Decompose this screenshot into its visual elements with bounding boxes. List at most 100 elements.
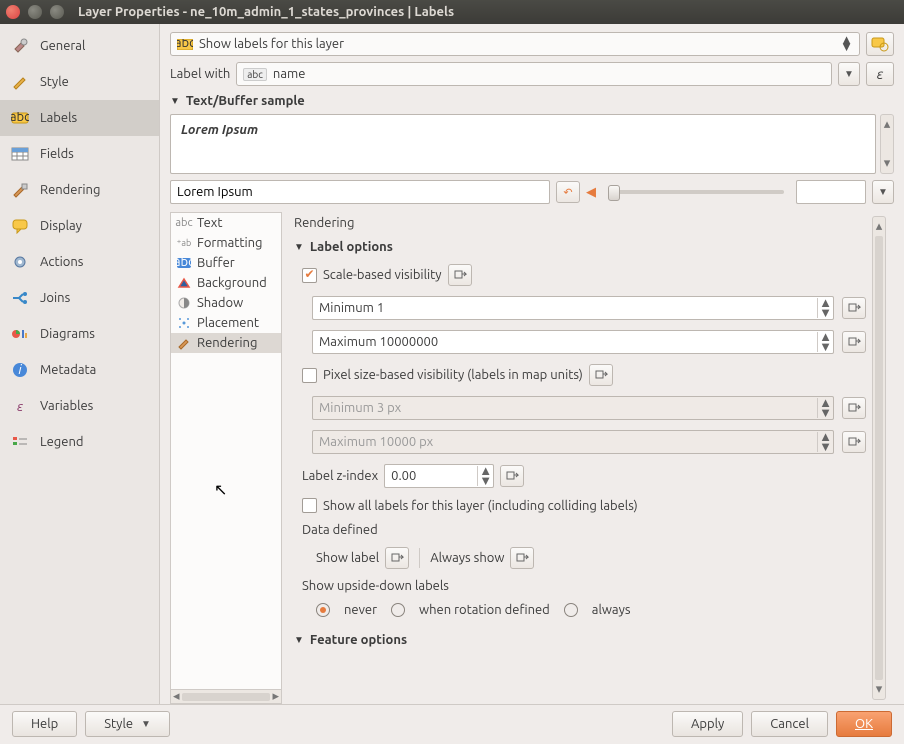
cancel-button[interactable]: Cancel (751, 711, 828, 737)
window-close-icon[interactable] (6, 5, 20, 19)
chevron-down-icon: ▼ (141, 718, 151, 730)
scale-max-spinbox[interactable]: Maximum 10000000▲▼ (312, 330, 834, 354)
expression-button[interactable]: ε (866, 62, 894, 86)
sidebar-item-label: Labels (40, 111, 77, 125)
window-maximize-icon[interactable] (50, 5, 64, 19)
ok-button[interactable]: OK (836, 711, 892, 737)
label-sections-list: abcText ⁺abFormatting abcBuffer Backgrou… (170, 212, 282, 704)
override-button[interactable] (842, 431, 866, 453)
override-button[interactable] (510, 547, 534, 569)
upside-always-radio[interactable] (564, 603, 578, 617)
override-button[interactable] (842, 331, 866, 353)
override-button[interactable] (842, 297, 866, 319)
sidebar-item-legend[interactable]: Legend (0, 424, 159, 460)
window-title: Layer Properties - ne_10m_admin_1_states… (78, 5, 454, 19)
override-button[interactable] (385, 547, 409, 569)
sidebar-item-actions[interactable]: Actions (0, 244, 159, 280)
zindex-spinbox[interactable]: 0.00▲▼ (384, 464, 494, 488)
sidebar-item-label: Variables (40, 399, 93, 413)
zindex-label: Label z-index (302, 469, 378, 483)
sidebar-item-display[interactable]: Display (0, 208, 159, 244)
shadow-icon (177, 296, 191, 310)
table-icon (10, 144, 30, 164)
sample-scrollbar[interactable]: ▴▾ (880, 114, 894, 174)
sample-bg-dropdown[interactable]: ▼ (872, 180, 894, 204)
pixel-visibility-checkbox[interactable] (302, 368, 317, 383)
feature-options-header[interactable]: ▼Feature options (294, 633, 866, 647)
style-button[interactable]: Style▼ (85, 711, 170, 737)
sidebar-item-metadata[interactable]: iMetadata (0, 352, 159, 388)
section-buffer[interactable]: abcBuffer (171, 253, 281, 273)
scale-visibility-checkbox[interactable] (302, 268, 317, 283)
svg-text:abc: abc (177, 258, 191, 268)
override-button[interactable] (500, 465, 524, 487)
override-button[interactable] (448, 264, 472, 286)
label-icon: abc (177, 39, 193, 50)
paint-icon (10, 180, 30, 200)
sidebar-item-general[interactable]: General (0, 28, 159, 64)
data-defined-header: Data defined (302, 523, 866, 537)
sidebar-item-labels[interactable]: abc Labels (0, 100, 159, 136)
pixel-min-spinbox: Minimum 3 px▲▼ (312, 396, 834, 420)
sample-input[interactable] (170, 180, 550, 204)
sidebar-item-variables[interactable]: εVariables (0, 388, 159, 424)
sidebar-item-rendering[interactable]: Rendering (0, 172, 159, 208)
label-engine-button[interactable] (866, 32, 894, 56)
form-scrollbar[interactable]: ▴▾ (872, 216, 886, 700)
render-icon (177, 336, 191, 350)
separator (419, 548, 420, 568)
label-icon: abc (10, 108, 30, 128)
show-all-checkbox[interactable] (302, 498, 317, 513)
label-options-header[interactable]: ▼Label options (294, 240, 866, 254)
sublist-hscrollbar[interactable]: ◂▸ (171, 689, 281, 703)
sidebar-item-fields[interactable]: Fields (0, 136, 159, 172)
sidebar-item-diagrams[interactable]: Diagrams (0, 316, 159, 352)
scale-visibility-label: Scale-based visibility (323, 268, 442, 282)
show-label-text: Show label (316, 551, 379, 565)
background-icon (177, 276, 191, 290)
scale-min-spinbox[interactable]: Minimum 1▲▼ (312, 296, 834, 320)
section-text[interactable]: abcText (171, 213, 281, 233)
zoom-out-icon: ◀ (586, 185, 596, 200)
sidebar-item-style[interactable]: Style (0, 64, 159, 100)
section-formatting[interactable]: ⁺abFormatting (171, 233, 281, 253)
window-minimize-icon[interactable] (28, 5, 42, 19)
sample-size-slider[interactable] (608, 190, 784, 194)
show-all-label: Show all labels for this layer (includin… (323, 499, 638, 513)
label-mode-combo[interactable]: abc Show labels for this layer ▲▼ (170, 32, 860, 56)
placement-icon (177, 316, 191, 330)
section-shadow[interactable]: Shadow (171, 293, 281, 313)
sidebar-item-label: Rendering (40, 183, 100, 197)
sample-bg-color[interactable] (796, 180, 866, 204)
dialog-footer: Help Style▼ Apply Cancel OK (0, 704, 904, 742)
upside-rotation-radio[interactable] (391, 603, 405, 617)
section-background[interactable]: Background (171, 273, 281, 293)
sample-header[interactable]: ▼Text/Buffer sample (170, 94, 894, 108)
section-placement[interactable]: Placement (171, 313, 281, 333)
collapse-icon: ▼ (294, 634, 304, 646)
override-button[interactable] (589, 364, 613, 386)
sidebar-item-label: Metadata (40, 363, 96, 377)
upside-never-radio[interactable] (316, 603, 330, 617)
sidebar-item-joins[interactable]: Joins (0, 280, 159, 316)
section-rendering[interactable]: Rendering (171, 333, 281, 353)
sidebar-item-label: Joins (40, 291, 70, 305)
label-with-combo[interactable]: abc name (236, 62, 832, 86)
text-icon: abc (177, 216, 191, 230)
label-with-label: Label with (170, 67, 230, 81)
brush-icon (10, 72, 30, 92)
svg-text:abc: abc (177, 39, 193, 50)
override-button[interactable] (842, 397, 866, 419)
help-button[interactable]: Help (12, 711, 77, 737)
always-show-text: Always show (430, 551, 504, 565)
legend-icon (10, 432, 30, 452)
sidebar-item-label: General (40, 39, 85, 53)
apply-button[interactable]: Apply (672, 711, 743, 737)
collapse-icon: ▼ (294, 241, 304, 253)
wrench-icon (10, 36, 30, 56)
label-with-value: name (273, 67, 306, 81)
reset-color-button[interactable]: ↶ (556, 181, 580, 203)
svg-text:abc: abc (11, 112, 29, 124)
sidebar: General Style abc Labels Fields Rendering… (0, 24, 160, 704)
label-with-dropdown[interactable]: ▼ (838, 62, 860, 86)
